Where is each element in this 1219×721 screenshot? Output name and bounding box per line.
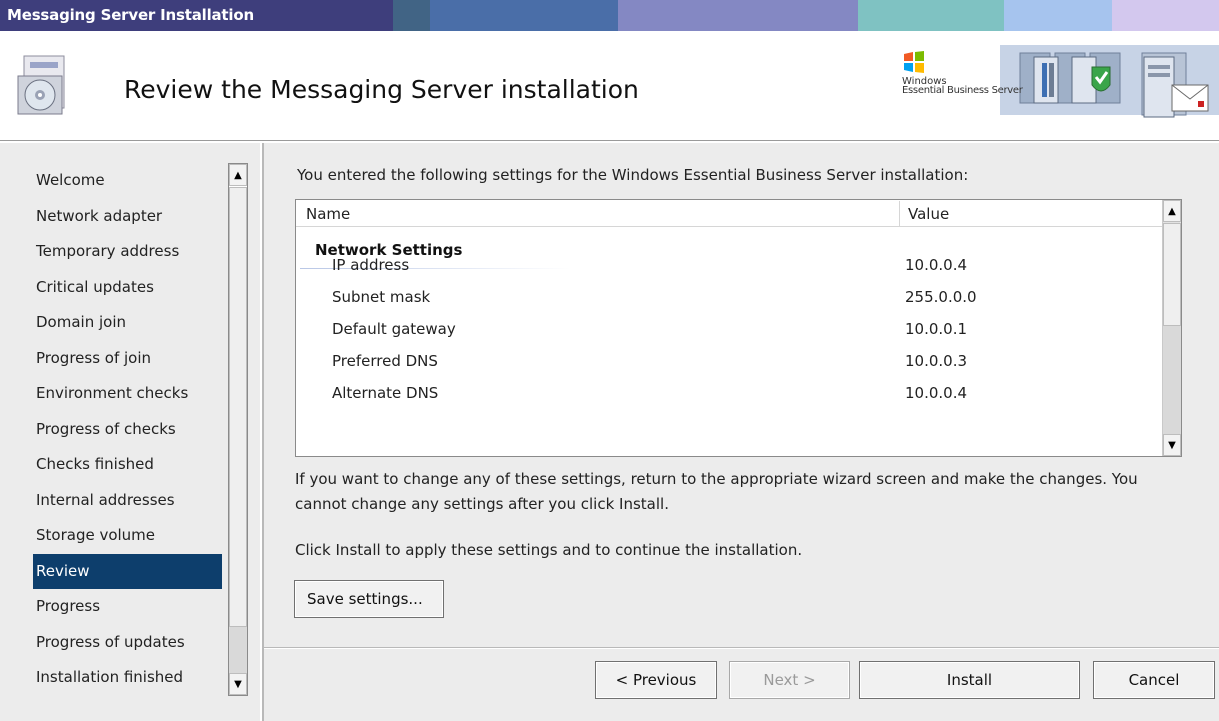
scroll-down-arrow-icon[interactable]: ▼ [1163,434,1181,456]
scroll-up-arrow-icon[interactable]: ▲ [1163,200,1181,222]
title-bar-segment [618,0,858,31]
title-bar-segment [430,0,618,31]
install-button[interactable]: Install [859,661,1080,699]
scrollbar-track[interactable] [1163,326,1181,434]
step-list-scrollbar[interactable]: ▲ ▼ [228,163,248,696]
column-header-name[interactable]: Name [306,205,350,223]
installer-disc-icon [14,52,80,118]
column-separator[interactable] [899,201,900,226]
title-bar-segment [1112,0,1219,31]
intro-text: You entered the following settings for t… [297,166,969,184]
server-shield-icon [1070,55,1116,105]
step-item-progress-of-join[interactable]: Progress of join [33,341,222,377]
scrollbar-thumb[interactable] [229,187,247,627]
step-item-storage-volume[interactable]: Storage volume [33,518,222,554]
row-value-subnet-mask: 255.0.0.0 [905,288,977,306]
row-name-preferred-dns: Preferred DNS [332,352,438,370]
column-header: Name Value [296,200,1162,227]
wizard-header: Review the Messaging Server installation… [0,31,1219,141]
install-instructions: Click Install to apply these settings an… [295,541,803,559]
footer-divider [264,647,1219,649]
step-item-temporary-address[interactable]: Temporary address [33,234,222,270]
row-value-preferred-dns: 10.0.0.3 [905,352,968,370]
row-value-alternate-dns: 10.0.0.4 [905,384,968,402]
row-value-default-gateway: 10.0.0.1 [905,320,968,338]
step-item-progress-of-updates[interactable]: Progress of updates [33,625,222,661]
step-panel: Welcome Network adapter Temporary addres… [0,143,262,721]
scroll-down-arrow-icon[interactable]: ▼ [229,673,247,695]
title-bar-segment [393,0,430,31]
step-item-welcome[interactable]: Welcome [33,163,222,199]
step-item-critical-updates[interactable]: Critical updates [33,270,222,306]
change-settings-note: If you want to change any of these setti… [295,470,1138,513]
cancel-button[interactable]: Cancel [1093,661,1215,699]
step-item-environment-checks[interactable]: Environment checks [33,376,222,412]
row-value-ip-address: 10.0.0.4 [905,256,968,274]
save-settings-button[interactable]: Save settings... [294,580,444,618]
row-name-ip-address: IP address [332,256,410,274]
step-item-network-adapter[interactable]: Network adapter [33,199,222,235]
review-content: You entered the following settings for t… [264,143,1219,721]
server-mail-icon [1142,55,1210,119]
row-name-alternate-dns: Alternate DNS [332,384,439,402]
step-item-progress[interactable]: Progress [33,589,222,625]
windows-logo-icon [902,50,926,74]
step-item-installation-finished[interactable]: Installation finished [33,660,222,696]
column-header-value[interactable]: Value [908,205,949,223]
title-bar-segment [858,0,1004,31]
step-item-progress-of-checks[interactable]: Progress of checks [33,412,222,448]
row-name-subnet-mask: Subnet mask [332,288,431,306]
next-button[interactable]: Next > [729,661,850,699]
scrollbar-track[interactable] [229,627,247,673]
brand-line2: Essential Business Server [902,85,1023,96]
window-title: Messaging Server Installation [7,6,254,24]
step-list[interactable]: Welcome Network adapter Temporary addres… [33,163,222,696]
step-item-internal-addresses[interactable]: Internal addresses [33,483,222,519]
wizard-body: Welcome Network adapter Temporary addres… [0,142,1219,721]
previous-button[interactable]: < Previous [595,661,717,699]
step-item-domain-join[interactable]: Domain join [33,305,222,341]
row-name-default-gateway: Default gateway [332,320,456,338]
scroll-up-arrow-icon[interactable]: ▲ [229,164,247,186]
brand-banner: Windows Essential Business Server [880,31,1219,141]
server-tools-icon [1032,55,1060,105]
settings-scrollbar[interactable]: ▲ ▼ [1162,200,1181,456]
title-bar-segment [1004,0,1112,31]
title-bar: Messaging Server Installation [0,0,1219,31]
settings-list: Name Value Network Settings IP address 1… [295,199,1182,457]
step-item-checks-finished[interactable]: Checks finished [33,447,222,483]
step-item-review[interactable]: Review [33,553,222,589]
scrollbar-thumb[interactable] [1163,223,1181,326]
page-title: Review the Messaging Server installation [124,75,639,104]
